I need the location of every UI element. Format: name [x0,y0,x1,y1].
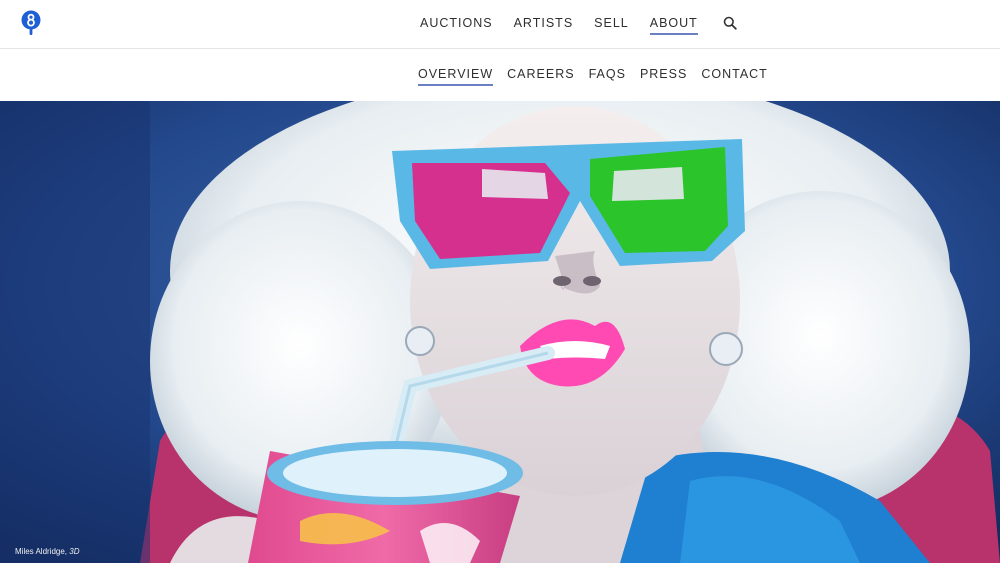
main-nav: AUCTIONS ARTISTS SELL ABOUT [420,0,737,48]
nav-auctions[interactable]: AUCTIONS [420,14,493,35]
caption-artist: Miles Aldridge, [15,547,68,556]
tab-press[interactable]: PRESS [640,65,687,86]
nav-about[interactable]: ABOUT [649,14,698,35]
tab-faqs[interactable]: FAQS [589,65,626,86]
artwork-caption: Miles Aldridge, 3D [15,547,80,556]
subnav-links: OVERVIEW CAREERS FAQS PRESS CONTACT [418,49,768,101]
bid-8-logo-icon[interactable] [20,10,42,36]
about-sub-navigation: OVERVIEW CAREERS FAQS PRESS CONTACT [0,49,1000,101]
nav-sell[interactable]: SELL [594,14,629,35]
search-icon[interactable] [723,16,737,30]
caption-title: 3D [69,547,80,556]
tab-careers[interactable]: CAREERS [507,65,574,86]
hero-artwork-image: Miles Aldridge, 3D [0,101,1000,563]
top-navigation-bar: AUCTIONS ARTISTS SELL ABOUT [0,0,1000,49]
artwork-illustration [0,101,1000,563]
tab-overview[interactable]: OVERVIEW [418,65,494,86]
tab-contact[interactable]: CONTACT [701,65,768,86]
nav-artists[interactable]: ARTISTS [514,14,574,35]
